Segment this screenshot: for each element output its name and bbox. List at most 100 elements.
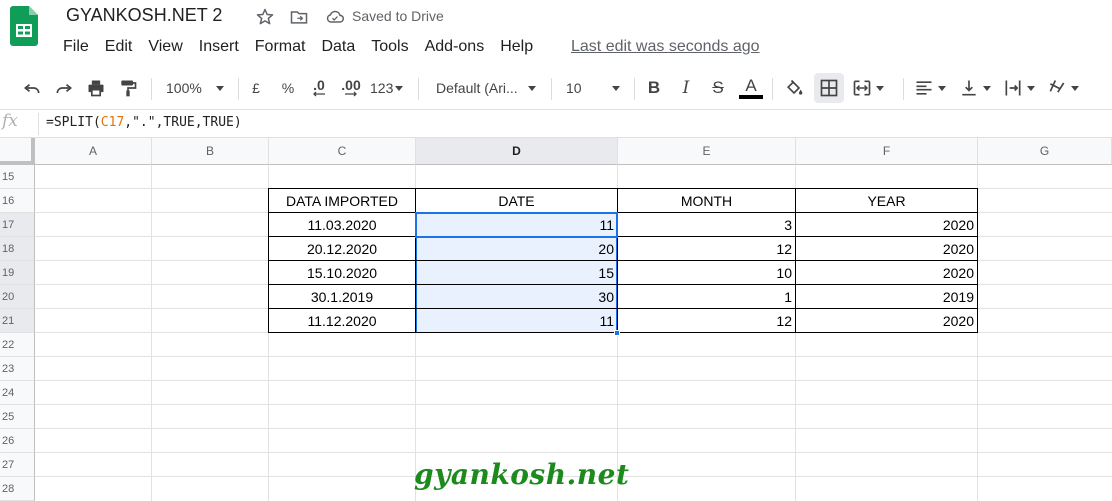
menu-file[interactable]: File bbox=[63, 36, 89, 58]
select-all-corner[interactable] bbox=[0, 138, 35, 165]
zoom-value: 100% bbox=[166, 80, 202, 96]
more-formats-select[interactable]: 123 bbox=[370, 76, 410, 100]
redo-icon[interactable] bbox=[52, 76, 76, 100]
zoom-select[interactable]: 100% bbox=[166, 76, 228, 100]
chevron-down-icon bbox=[611, 85, 620, 91]
text-rotation-icon[interactable] bbox=[1047, 76, 1087, 100]
chevron-down-icon bbox=[983, 85, 991, 91]
menu-format[interactable]: Format bbox=[255, 36, 306, 58]
row-header-18[interactable]: 18 bbox=[0, 237, 35, 261]
cell-e21[interactable]: 12 bbox=[618, 309, 795, 332]
cell-c16[interactable]: DATA IMPORTED bbox=[269, 189, 415, 212]
grid-line bbox=[35, 452, 1112, 453]
cell-f21[interactable]: 2020 bbox=[796, 309, 977, 332]
row-header-28[interactable]: 28 bbox=[0, 477, 35, 501]
percent-format-button[interactable]: % bbox=[278, 76, 298, 100]
active-cell-outline bbox=[415, 212, 618, 238]
menu-edit[interactable]: Edit bbox=[105, 36, 133, 58]
cloud-saved-icon[interactable] bbox=[324, 6, 346, 28]
last-edit-link[interactable]: Last edit was seconds ago bbox=[571, 36, 760, 58]
star-icon[interactable] bbox=[254, 6, 276, 28]
vertical-align-icon[interactable] bbox=[959, 76, 999, 100]
row-header-20[interactable]: 20 bbox=[0, 285, 35, 309]
cell-f20[interactable]: 2019 bbox=[796, 285, 977, 308]
cell-e19[interactable]: 10 bbox=[618, 261, 795, 284]
bold-button[interactable]: B bbox=[644, 76, 664, 100]
row-header-19[interactable]: 19 bbox=[0, 261, 35, 285]
cell-f19[interactable]: 2020 bbox=[796, 261, 977, 284]
column-header-g[interactable]: G bbox=[978, 138, 1112, 165]
print-icon[interactable] bbox=[84, 76, 108, 100]
decrease-decimal-button[interactable]: .0 bbox=[306, 76, 332, 100]
chevron-down-icon bbox=[1071, 85, 1079, 91]
formula-bar: fx =SPLIT(C17,".",TRUE,TRUE) bbox=[0, 110, 1112, 138]
row-header-22[interactable]: 22 bbox=[0, 333, 35, 357]
strikethrough-button[interactable]: S bbox=[708, 76, 728, 100]
font-size-select[interactable]: 10 bbox=[566, 76, 628, 100]
menu-view[interactable]: View bbox=[148, 36, 182, 58]
fill-handle[interactable] bbox=[614, 330, 620, 336]
text-wrapping-icon[interactable] bbox=[1003, 76, 1043, 100]
paint-format-icon[interactable] bbox=[116, 76, 140, 100]
row-header-15[interactable]: 15 bbox=[0, 165, 35, 189]
cell-d16[interactable]: DATE bbox=[416, 189, 617, 212]
currency-format-button[interactable]: £ bbox=[247, 76, 265, 100]
cell-c21[interactable]: 11.12.2020 bbox=[269, 309, 415, 332]
cell-f16[interactable]: YEAR bbox=[796, 189, 977, 212]
cell-e20[interactable]: 1 bbox=[618, 285, 795, 308]
text-color-button[interactable]: A bbox=[738, 76, 764, 100]
column-header-c[interactable]: C bbox=[269, 138, 416, 165]
cell-f17[interactable]: 2020 bbox=[796, 213, 977, 236]
merge-cells-icon[interactable] bbox=[852, 76, 892, 100]
menu-help[interactable]: Help bbox=[500, 36, 533, 58]
borders-icon[interactable] bbox=[817, 76, 841, 100]
font-family-select[interactable]: Default (Ari... bbox=[436, 76, 542, 100]
row-header-21[interactable]: 21 bbox=[0, 309, 35, 333]
document-title[interactable]: GYANKOSH.NET 2 bbox=[66, 5, 222, 26]
menu-insert[interactable]: Insert bbox=[199, 36, 239, 58]
menu-tools[interactable]: Tools bbox=[371, 36, 408, 58]
column-header-d[interactable]: D bbox=[416, 138, 618, 165]
cell-d19[interactable]: 15 bbox=[416, 261, 617, 284]
row-header-26[interactable]: 26 bbox=[0, 429, 35, 453]
row-header-17[interactable]: 17 bbox=[0, 213, 35, 237]
toolbar-divider bbox=[551, 78, 552, 100]
menu-addons[interactable]: Add-ons bbox=[425, 36, 485, 58]
column-header-b[interactable]: B bbox=[152, 138, 269, 165]
row-header-27[interactable]: 27 bbox=[0, 453, 35, 477]
row-header-16[interactable]: 16 bbox=[0, 189, 35, 213]
toolbar: 100% £ % .0 .00 123 Default (Ari... 10 B… bbox=[0, 66, 1112, 110]
increase-decimal-button[interactable]: .00 bbox=[338, 76, 364, 100]
cell-d18[interactable]: 20 bbox=[416, 237, 617, 260]
cell-e18[interactable]: 12 bbox=[618, 237, 795, 260]
italic-button[interactable]: I bbox=[676, 76, 696, 100]
menu-data[interactable]: Data bbox=[321, 36, 355, 58]
cell-c20[interactable]: 30.1.2019 bbox=[269, 285, 415, 308]
row-header-24[interactable]: 24 bbox=[0, 381, 35, 405]
cell-d21[interactable]: 11 bbox=[416, 309, 617, 332]
row-header-25[interactable]: 25 bbox=[0, 405, 35, 429]
sheets-logo-icon[interactable] bbox=[10, 6, 38, 46]
formula-input[interactable]: =SPLIT(C17,".",TRUE,TRUE) bbox=[46, 115, 242, 130]
chevron-down-icon bbox=[215, 85, 224, 91]
fill-color-icon[interactable] bbox=[782, 76, 806, 100]
grid-line bbox=[35, 404, 1112, 405]
cell-c17[interactable]: 11.03.2020 bbox=[269, 213, 415, 236]
cell-d20[interactable]: 30 bbox=[416, 285, 617, 308]
cell-c19[interactable]: 15.10.2020 bbox=[269, 261, 415, 284]
cell-e16[interactable]: MONTH bbox=[618, 189, 795, 212]
undo-icon[interactable] bbox=[20, 76, 44, 100]
text-color-swatch bbox=[739, 95, 763, 99]
cell-c18[interactable]: 20.12.2020 bbox=[269, 237, 415, 260]
column-header-e[interactable]: E bbox=[618, 138, 796, 165]
font-family-value: Default (Ari... bbox=[436, 80, 518, 96]
formula-divider bbox=[38, 113, 39, 135]
row-header-23[interactable]: 23 bbox=[0, 357, 35, 381]
column-header-f[interactable]: F bbox=[796, 138, 978, 165]
increase-decimal-label: .00 bbox=[341, 77, 361, 93]
move-to-folder-icon[interactable] bbox=[288, 6, 310, 28]
cell-e17[interactable]: 3 bbox=[618, 213, 795, 236]
horizontal-align-icon[interactable] bbox=[914, 76, 954, 100]
cell-f18[interactable]: 2020 bbox=[796, 237, 977, 260]
column-header-a[interactable]: A bbox=[35, 138, 152, 165]
